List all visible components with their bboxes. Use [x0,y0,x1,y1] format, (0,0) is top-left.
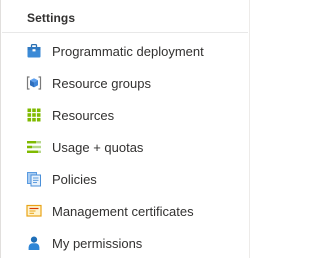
menu-item-label: Resources [52,107,115,123]
programmatic-deployment-icon [26,43,42,59]
settings-panel: Settings Programmatic deployment Resourc… [0,0,250,258]
menu-item-label: My permissions [52,235,143,251]
settings-section-header: Settings [27,11,76,25]
menu-item-resources[interactable]: Resources [1,99,249,131]
menu-item-label: Programmatic deployment [52,43,204,59]
usage-quotas-icon [26,139,42,155]
menu-item-label: Policies [52,171,97,187]
header-divider [2,32,248,33]
menu-item-programmatic-deployment[interactable]: Programmatic deployment [1,35,249,67]
resource-groups-icon [26,75,42,91]
resources-grid-icon [26,107,42,123]
menu-item-label: Resource groups [52,75,151,91]
settings-menu: Programmatic deployment Resource groups [1,35,249,258]
menu-item-resource-groups[interactable]: Resource groups [1,67,249,99]
menu-item-usage-quotas[interactable]: Usage + quotas [1,131,249,163]
menu-item-label: Management certificates [52,203,194,219]
menu-item-management-certificates[interactable]: Management certificates [1,195,249,227]
my-permissions-icon [26,235,42,251]
menu-item-policies[interactable]: Policies [1,163,249,195]
menu-item-label: Usage + quotas [52,139,144,155]
management-certificates-icon [26,203,42,219]
menu-item-my-permissions[interactable]: My permissions [1,227,249,258]
policies-icon [26,171,42,187]
